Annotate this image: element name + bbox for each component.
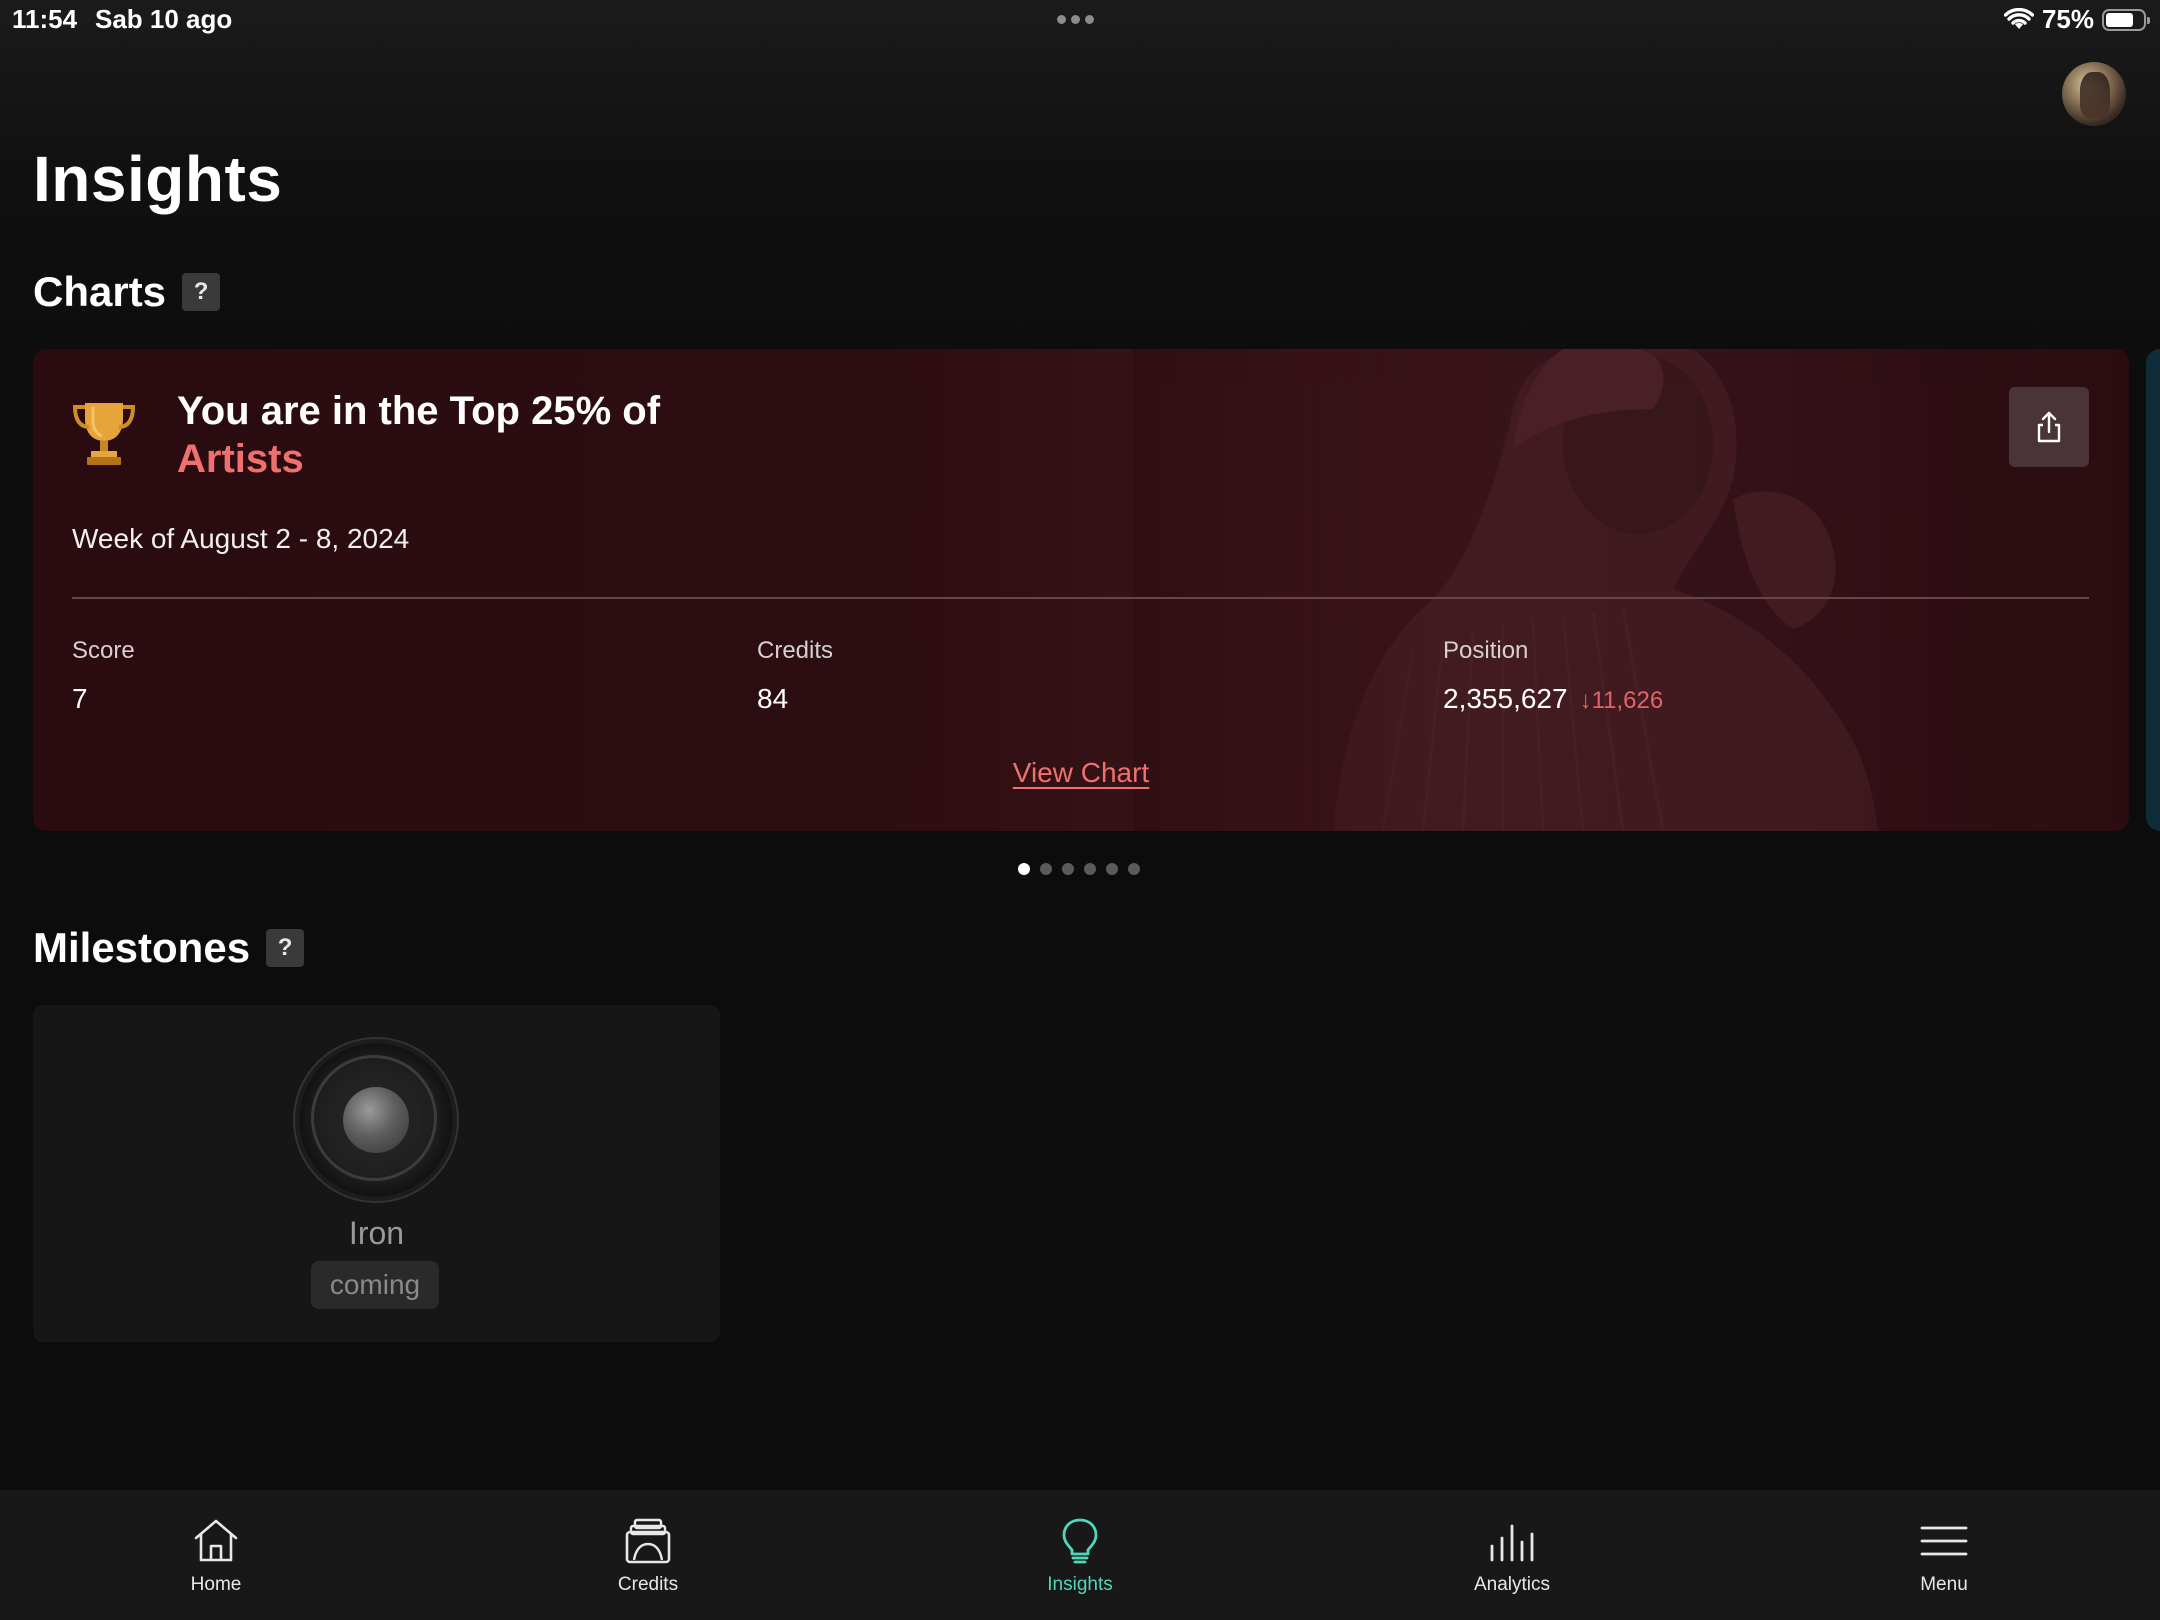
score-value: 7 [72,683,88,714]
bar-chart-icon [1490,1524,1534,1562]
multitasking-dots-icon[interactable] [1057,15,1094,24]
milestone-name: Iron [348,1215,405,1251]
page-title: Insights [33,143,283,215]
iron-medal-icon [299,1043,453,1197]
milestones-section-header: Milestones ? [33,924,305,972]
credits-stat: Credits 84 [757,637,833,715]
battery-percent: 75% [2041,4,2094,34]
chart-ranking-card[interactable]: You are in the Top 25% of Artists Week o… [33,349,2129,831]
credits-value: 84 [757,683,789,714]
tab-menu-label: Menu [1920,1574,1968,1595]
position-value: 2,355,627 [1443,683,1568,714]
status-indicators: 75% [2003,4,2150,35]
milestone-status-badge: coming [311,1261,439,1309]
tab-insights[interactable]: Insights [864,1490,1296,1620]
lightbulb-icon [1062,1518,1098,1564]
card-divider [72,597,2089,599]
wifi-icon [2003,7,2034,29]
battery-level-fill [2106,12,2133,27]
status-time: 11:54 [12,4,78,34]
share-icon [2037,411,2061,443]
pager-dot[interactable] [1106,863,1118,875]
card-headline: You are in the Top 25% of Artists [177,387,660,483]
home-icon [194,1519,238,1562]
share-button[interactable] [2009,387,2089,467]
position-delta: ↓11,626 [1579,687,1664,714]
headline-accent: Artists [177,437,304,481]
milestones-section-title: Milestones [33,924,251,971]
tab-home[interactable]: Home [0,1490,432,1620]
score-stat: Score 7 [72,637,135,715]
tab-home-label: Home [190,1574,242,1595]
tab-analytics[interactable]: Analytics [1296,1490,1728,1620]
position-label: Position [1443,637,1529,664]
tab-credits-label: Credits [617,1574,679,1595]
view-chart-link[interactable]: View Chart [33,757,2129,789]
pager-dot[interactable] [1040,863,1052,875]
trophy-icon [72,403,136,465]
pager-dot[interactable] [1018,863,1030,875]
status-bar: 11:54 Sab 10 ago 75% [0,0,2160,40]
credits-label: Credits [757,637,834,664]
pager-dot[interactable] [1128,863,1140,875]
tab-analytics-label: Analytics [1473,1574,1551,1595]
milestone-card-iron[interactable]: Iron coming [33,1005,720,1342]
profile-avatar[interactable] [2062,62,2126,126]
credits-icon [625,1518,671,1564]
view-chart-label[interactable]: View Chart [1013,757,1149,788]
position-stat: Position 2,355,627 ↓11,626 [1443,637,1663,715]
status-date: Sab 10 ago [95,4,233,34]
score-label: Score [72,637,135,664]
pager-dot[interactable] [1084,863,1096,875]
next-chart-card-peek[interactable] [2146,349,2160,831]
bottom-tab-bar: Home Credits Insights Analytics Menu [0,1490,2160,1620]
charts-section-header: Charts ? [33,268,221,316]
charts-help-button[interactable]: ? [182,273,221,311]
hamburger-menu-icon [1920,1526,1968,1556]
tab-menu[interactable]: Menu [1728,1490,2160,1620]
charts-section-title: Charts [33,268,167,315]
pager-dot[interactable] [1062,863,1074,875]
tab-insights-label: Insights [1047,1574,1113,1595]
insights-screen: 11:54 Sab 10 ago 75% Insights Charts ? Y… [0,0,2160,1620]
battery-icon [2102,8,2150,31]
week-range: Week of August 2 - 8, 2024 [72,523,410,554]
position-value-row: 2,355,627 ↓11,626 [1443,683,1663,715]
milestones-help-button[interactable]: ? [266,929,305,967]
carousel-page-indicator[interactable] [1018,863,1140,875]
headline-text: You are in the Top 25% of [177,389,661,433]
tab-credits[interactable]: Credits [432,1490,864,1620]
